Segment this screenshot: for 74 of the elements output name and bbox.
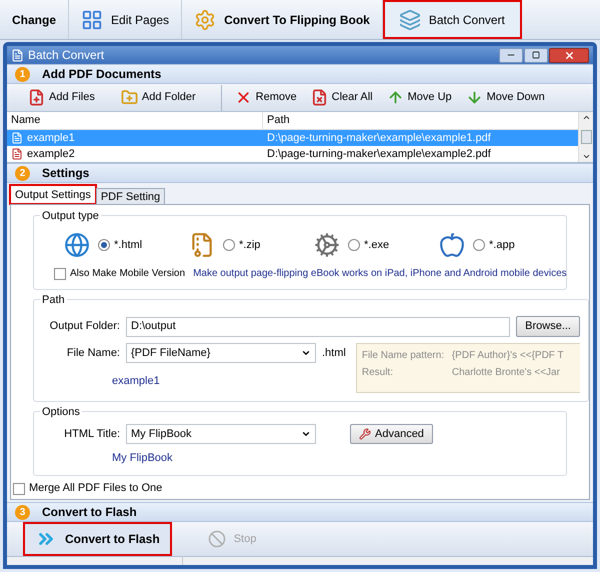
apple-icon [439,232,465,258]
layers-icon [398,8,421,30]
convert-button[interactable]: Convert to Flash [23,522,172,556]
file-extension: .html [322,346,346,361]
toolbar-button[interactable]: Edit Pages [69,0,182,39]
field-label: Output Folder: [48,319,120,334]
pattern-label: Result: [362,366,394,380]
scrollbar[interactable] [578,112,593,162]
section-title: Convert to Flash [42,504,137,521]
column-header[interactable]: Path [263,112,578,130]
field-label: HTML Title: [63,426,120,442]
section-title: Settings [42,165,90,182]
toolbar-button[interactable]: Batch Convert [382,0,522,39]
step-number-badge: 3 [15,504,30,520]
toolbar-button[interactable]: Add Folder [116,84,201,111]
step-number-badge: 2 [15,166,30,181]
checkbox-label: Also Make Mobile Version [70,267,186,282]
checkbox[interactable] [54,268,66,280]
toolbar-button[interactable]: Change [0,0,70,39]
radio-label: *.exe [364,238,390,253]
grid-icon [81,8,104,30]
toolbar-button[interactable]: Clear All [306,84,378,111]
advanced-button[interactable]: Advanced [350,424,433,444]
maximize-icon [532,51,540,59]
radio-label: *.zip [239,238,260,253]
table-cell-text: example1 [27,130,75,146]
close-button[interactable] [549,48,589,62]
html-title-preview: My FlipBook [112,451,174,466]
toolbar-button[interactable]: Remove [230,84,302,111]
toolbar-button[interactable]: Add Files [23,84,100,111]
section-title: Add PDF Documents [42,66,162,83]
radio-label: *.html [114,238,142,253]
browse-button[interactable]: Browse... [516,316,580,338]
gears-icon [194,8,216,30]
window-icon [11,48,24,62]
toolbar-button[interactable]: Move Down [460,84,550,111]
radio-button[interactable] [223,239,235,252]
pattern-label: File Name pattern: [362,349,446,364]
pattern-value: {PDF Author}'s <<{PDF T [452,349,564,364]
html-title-dropdown[interactable]: My FlipBook [126,424,316,444]
field-label: File Name: [66,346,120,361]
close-icon [564,50,574,60]
window-title: Batch Convert [28,47,104,64]
mobile-note: Make output page-flipping eBook works on iPad, iPhone and Android mobile devices [193,267,567,282]
gears-icon [314,232,340,258]
toolbar-button[interactable]: Convert To Flipping Book [182,0,383,39]
table-cell-text: D:\page-turning-maker\example\example1.pdf [266,130,492,146]
wrench-icon [359,428,371,440]
radio-button[interactable] [473,239,485,252]
file-x-icon [310,89,328,106]
stop-icon [208,530,226,548]
pdf-file-icon [11,132,23,144]
file-plus-icon [28,89,45,106]
file-row[interactable]: example2 D:\page-turning-maker\example\example2.pdf [7,146,578,162]
checkbox[interactable] [13,482,25,495]
pdf-file-icon [11,148,23,160]
file-name-preview: example1 [112,374,161,390]
step-number-badge: 1 [15,66,30,82]
radio-button[interactable] [98,239,110,252]
table-cell-text: D:\page-turning-maker\example\example2.pdf [266,146,492,162]
folder-plus-icon [120,89,138,106]
table-cell-text: example2 [27,146,75,162]
radio-button[interactable] [348,239,360,252]
radio-label: *.app [489,238,515,253]
output-folder-field[interactable]: D:\output [126,316,510,337]
tab[interactable]: Output Settings [10,185,96,204]
file-name-dropdown[interactable]: {PDF FileName} [126,343,316,364]
tab[interactable]: PDF Setting [96,188,166,204]
column-header[interactable]: Name [7,112,263,130]
checkbox-label: Merge All PDF Files to One [29,481,162,496]
maximize-button[interactable] [524,48,548,62]
globe-icon [64,232,90,258]
pattern-value: Charlotte Bronte's <<Jar [452,366,560,380]
toolbar-button[interactable]: Move Up [382,84,457,111]
